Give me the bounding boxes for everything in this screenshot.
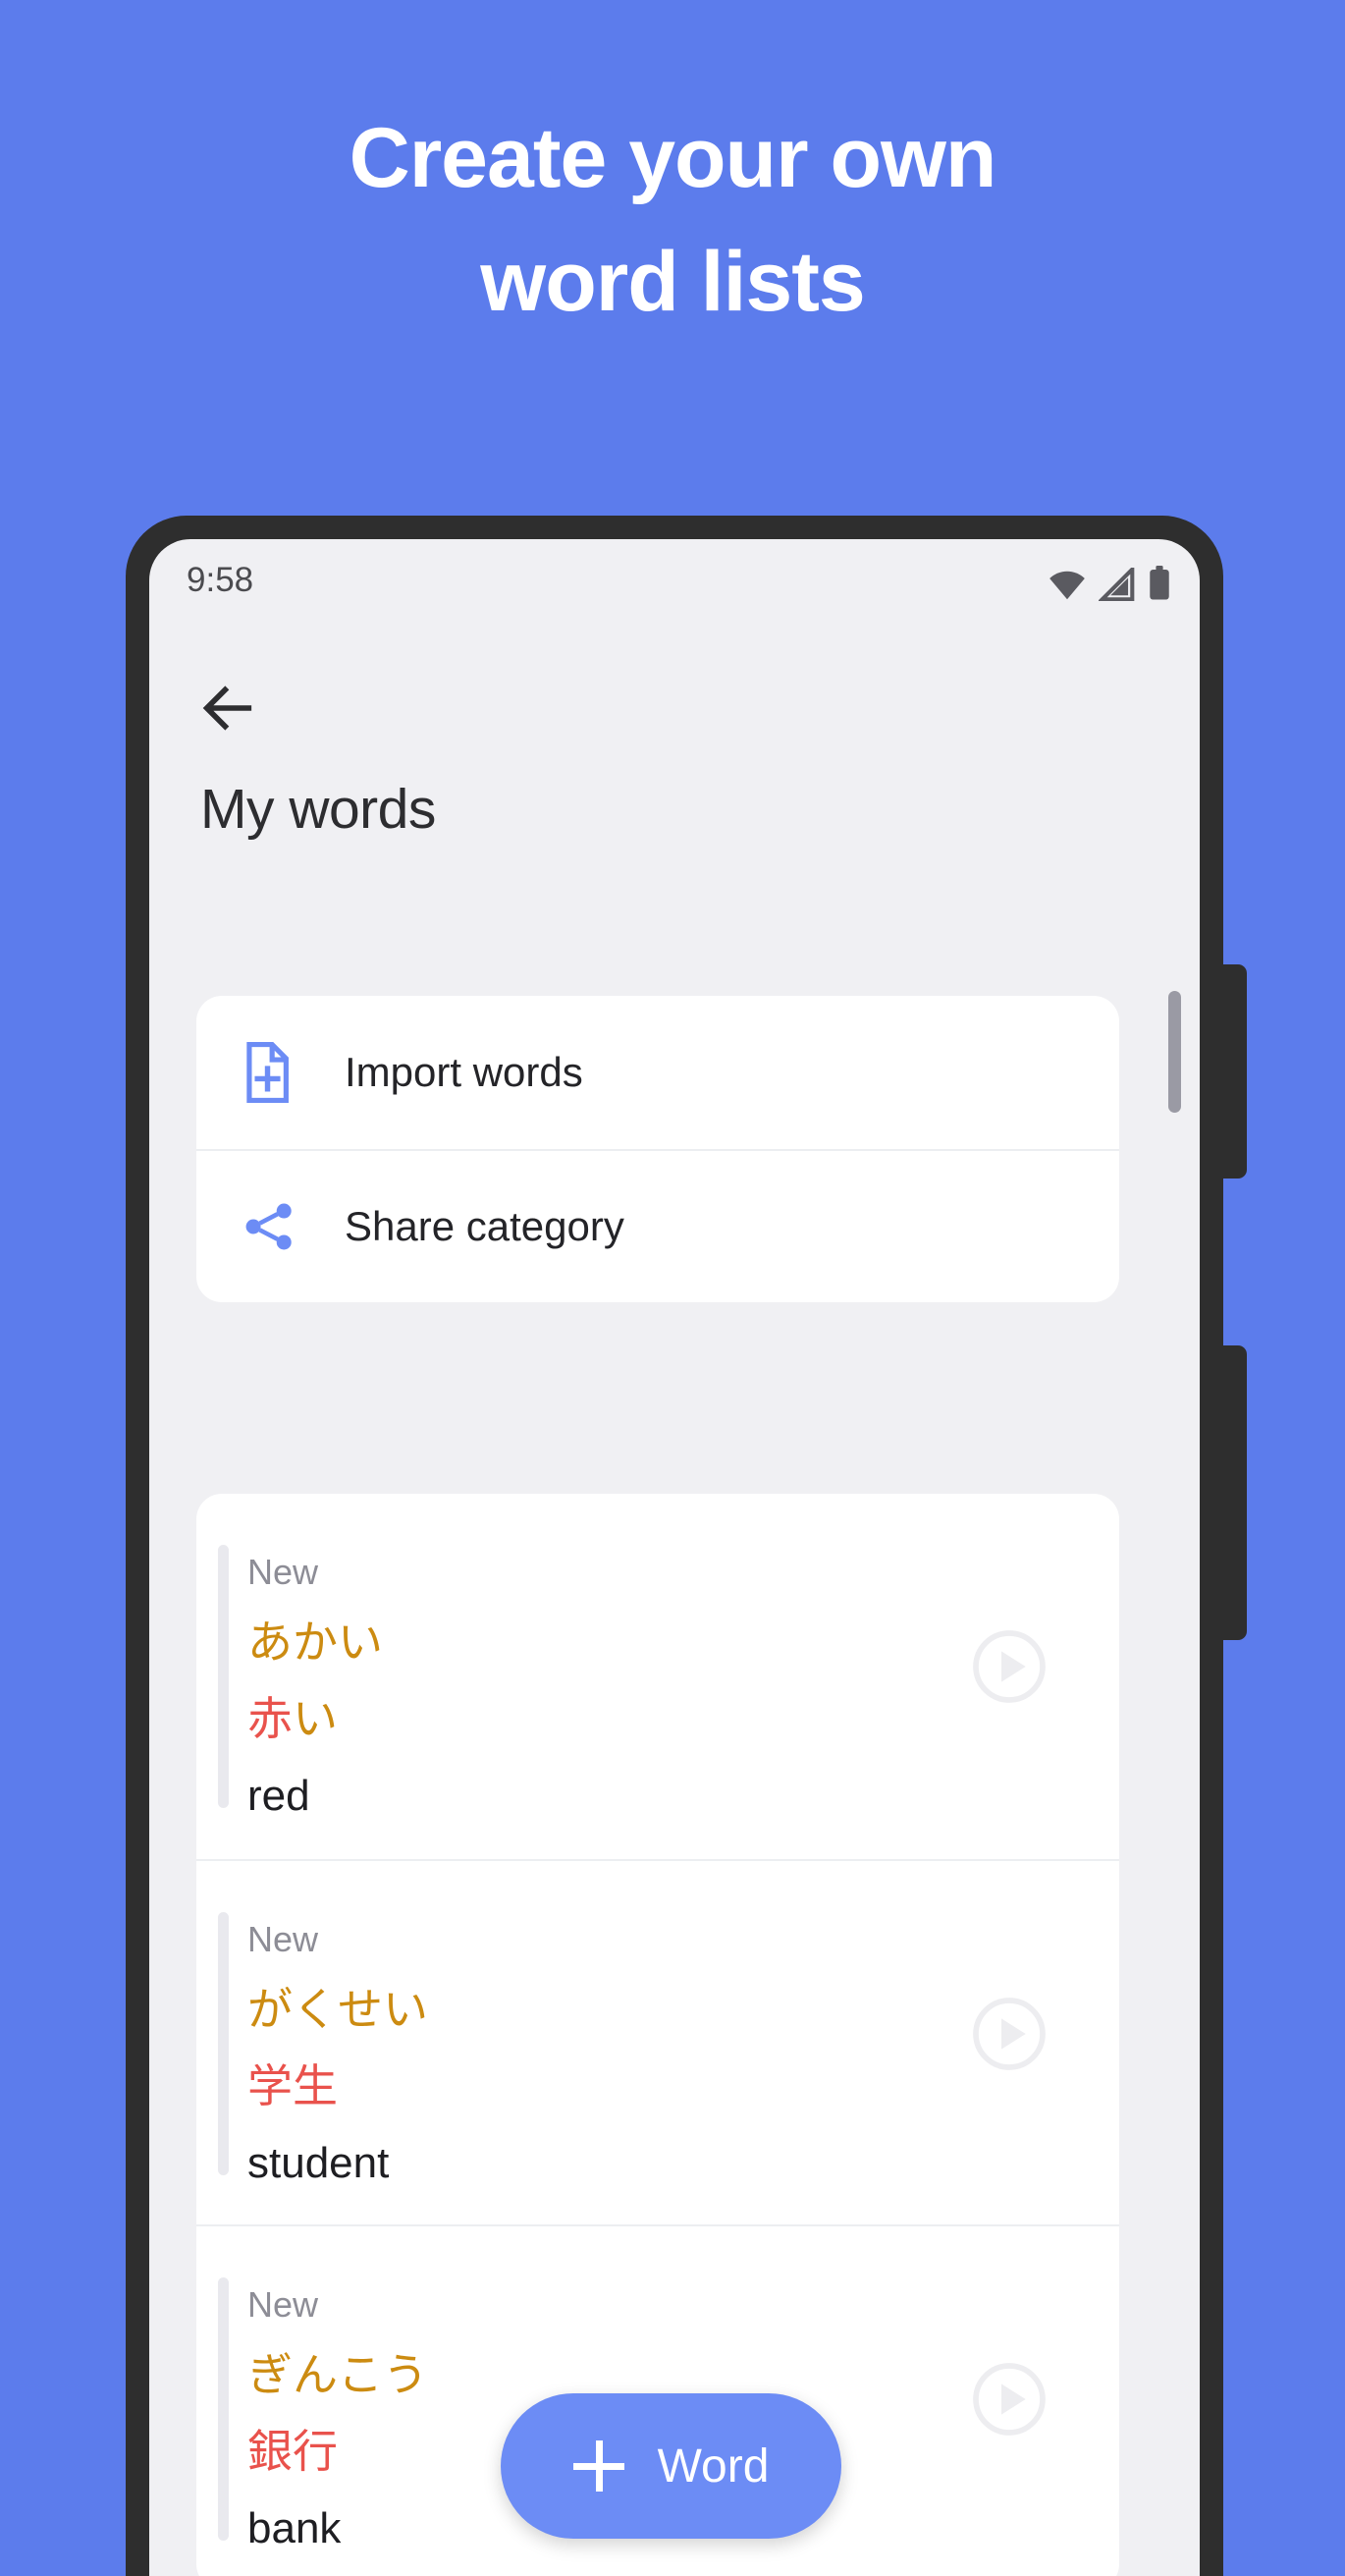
add-word-fab[interactable]: Word [501,2393,841,2539]
vertical-scrollbar[interactable] [1168,991,1181,1113]
actions-card: Import words Share category [196,996,1119,1302]
phone-screen: 9:58 My words Import words Share categor… [149,539,1200,2576]
status-bar-clock: 9:58 [187,561,254,599]
action-share-category[interactable]: Share category [196,1149,1119,1302]
plus-icon [572,2440,624,2492]
word-status: New [247,1919,319,1959]
word-status: New [247,1552,319,1592]
wifi-icon [1047,568,1088,606]
back-arrow-icon [202,685,252,731]
add-word-fab-label: Word [657,2439,770,2493]
action-import-words[interactable]: Import words [196,996,1119,1149]
word-list-item[interactable]: New がくせい 学生 student [196,1859,1119,2224]
page-title: My words [200,778,436,841]
word-meaning: red [247,1772,310,1820]
phone-power-button[interactable] [1217,1345,1247,1640]
word-list-item[interactable]: New あかい 赤い red [196,1494,1119,1859]
headline-line-1: Create your own [349,111,997,205]
share-icon [241,1198,301,1255]
word-kanji: 学生 [247,2060,338,2111]
word-accent-bar [218,2277,229,2541]
word-kanji: 銀行 [247,2426,338,2477]
status-bar-icons [1047,564,1172,606]
word-accent-bar [218,1545,229,1808]
phone-volume-button[interactable] [1217,964,1247,1178]
back-button[interactable] [196,677,259,740]
play-circle-icon[interactable] [970,1995,1049,2073]
word-meaning: student [247,2139,390,2187]
word-status: New [247,2284,319,2325]
headline-line-2: word lists [480,235,865,329]
play-circle-icon[interactable] [970,1627,1049,1706]
action-label: Share category [345,1203,624,1249]
cellular-signal-icon [1097,564,1136,606]
word-accent-bar [218,1912,229,2175]
action-label: Import words [345,1049,583,1095]
battery-icon [1147,566,1172,606]
promo-headline: Create your own word lists [0,116,1345,324]
word-kanji: 赤 [247,1693,293,1744]
play-circle-icon[interactable] [970,2360,1049,2439]
status-bar: 9:58 [149,539,1200,630]
word-kana: い [293,1693,338,1744]
import-file-icon [241,1042,301,1103]
